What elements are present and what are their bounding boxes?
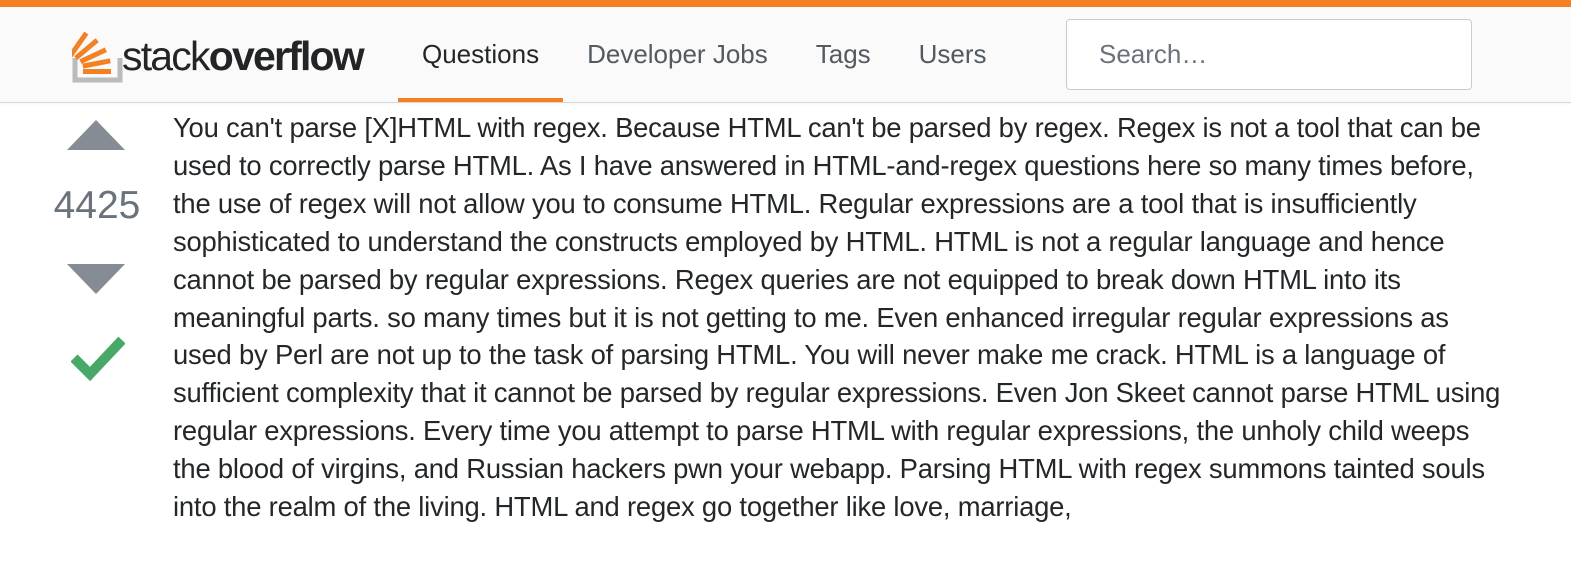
nav-tags[interactable]: Tags (792, 7, 895, 102)
answer-paragraph: You can't parse [X]HTML with regex. Beca… (173, 112, 1501, 523)
site-header: stackoverflow Questions Developer Jobs T… (0, 7, 1571, 103)
nav-questions[interactable]: Questions (398, 7, 564, 102)
search-input[interactable] (1066, 19, 1472, 90)
arrow-up-icon[interactable] (67, 120, 125, 150)
arrow-down-icon[interactable] (67, 264, 125, 294)
logo-text-light: stack (122, 32, 210, 79)
checkmark-icon (71, 336, 125, 382)
nav-users[interactable]: Users (895, 7, 1011, 102)
stackoverflow-logo-icon (72, 31, 123, 83)
logo-wordmark: stackoverflow (122, 32, 365, 80)
topbar-accent (0, 0, 1571, 7)
vote-count: 4425 (53, 184, 141, 227)
nav-developer-jobs[interactable]: Developer Jobs (563, 7, 792, 102)
logo-text-bold: overflow (208, 32, 365, 79)
site-logo[interactable]: stackoverflow (72, 21, 365, 85)
main-nav: Questions Developer Jobs Tags Users (398, 7, 1011, 102)
answer-body: You can't parse [X]HTML with regex. Beca… (173, 109, 1503, 526)
